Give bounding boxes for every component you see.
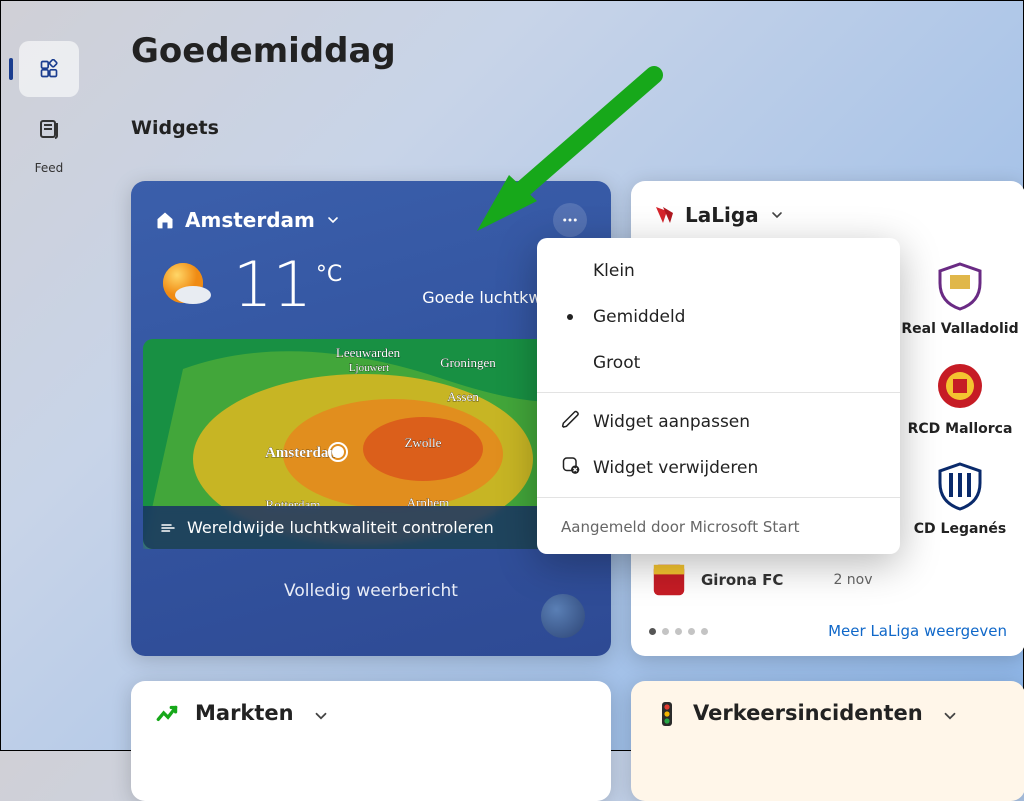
menu-size-small[interactable]: Klein: [537, 248, 900, 294]
annotation-arrow: [469, 63, 669, 243]
team-crest-icon: [935, 261, 985, 311]
chevron-down-icon[interactable]: [941, 707, 959, 725]
chevron-down-icon[interactable]: [769, 207, 785, 223]
markets-widget[interactable]: Markten: [131, 681, 611, 801]
team-crest-icon: [649, 560, 689, 600]
fixture-date: 2 nov: [833, 572, 872, 588]
widgets-icon: [39, 59, 59, 79]
sports-opponent-item[interactable]: Real Valladolid: [895, 251, 1024, 351]
sports-league-name: LaLiga: [685, 203, 759, 227]
sidebar-feed-button[interactable]: [19, 109, 79, 149]
pencil-icon: [561, 410, 581, 430]
svg-text:Assen: Assen: [447, 389, 479, 404]
svg-text:Zwolle: Zwolle: [405, 435, 442, 450]
pagination-dots[interactable]: [649, 628, 708, 635]
markets-title: Markten: [195, 701, 294, 725]
menu-footer-text: Aangemeld door Microsoft Start: [537, 504, 900, 554]
stocks-up-icon: [155, 701, 181, 727]
home-icon: [155, 210, 175, 230]
sports-more-link[interactable]: Meer LaLiga weergeven: [828, 622, 1007, 640]
greeting-text: Goedemiddag: [131, 31, 396, 71]
menu-separator: [537, 497, 900, 498]
weather-temp: 11: [233, 248, 312, 321]
fixture-team: Girona FC: [701, 571, 783, 589]
widgets-section-label: Widgets: [131, 117, 219, 139]
menu-size-large[interactable]: Groot: [537, 340, 900, 386]
feed-icon: [37, 117, 61, 141]
traffic-light-icon: [655, 701, 679, 727]
sidebar-widgets-button[interactable]: [19, 41, 79, 97]
unpin-icon: [561, 456, 581, 476]
svg-text:Ljouwert: Ljouwert: [349, 362, 389, 374]
menu-size-medium[interactable]: Gemiddeld: [537, 294, 900, 340]
weather-temp-unit: °C: [316, 262, 342, 287]
weather-condition-icon: [155, 253, 219, 317]
chevron-down-icon[interactable]: [312, 707, 330, 725]
traffic-title: Verkeersincidenten: [693, 701, 923, 725]
team-crest-icon: [935, 461, 985, 511]
chevron-down-icon[interactable]: [325, 212, 341, 228]
widget-context-menu: Klein Gemiddeld Groot Widget aanpassen W…: [537, 238, 900, 554]
svg-text:Leeuwarden: Leeuwarden: [336, 345, 401, 360]
weather-map[interactable]: Leeuwarden Ljouwert Groningen Assen Zwol…: [143, 339, 599, 549]
weather-aqi-banner[interactable]: Wereldwijde luchtkwaliteit controleren: [143, 506, 599, 549]
sports-opponent-item[interactable]: CD Leganés: [895, 451, 1024, 551]
weather-full-forecast-link[interactable]: Volledig weerbericht: [131, 549, 611, 623]
weather-moon-icon: [541, 594, 585, 638]
menu-customize-widget[interactable]: Widget aanpassen: [537, 399, 900, 445]
menu-remove-widget[interactable]: Widget verwijderen: [537, 445, 900, 491]
menu-separator: [537, 392, 900, 393]
team-crest-icon: [935, 361, 985, 411]
aqi-icon: [159, 519, 177, 537]
svg-text:Groningen: Groningen: [440, 355, 496, 370]
sports-opponent-item[interactable]: RCD Mallorca: [895, 351, 1024, 451]
traffic-widget[interactable]: Verkeersincidenten: [631, 681, 1024, 801]
weather-location: Amsterdam: [185, 208, 315, 232]
sidebar-feed-label: Feed: [19, 161, 79, 175]
